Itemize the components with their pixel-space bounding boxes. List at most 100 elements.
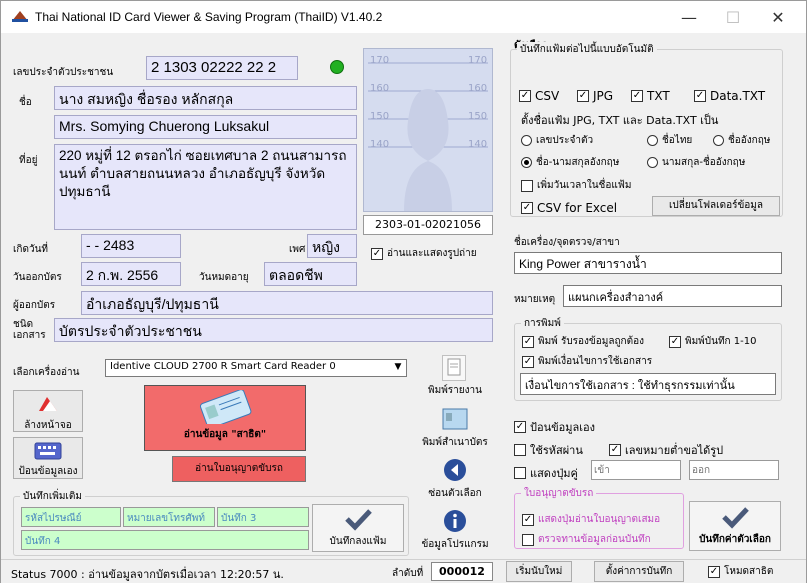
enter-input[interactable]: [591, 460, 681, 480]
datatxt-checkbox[interactable]: ✓ Data.TXT: [694, 89, 765, 103]
note3-field[interactable]: บันทึก 3: [217, 507, 309, 527]
note-label: หมายเหตุ: [514, 294, 556, 305]
sex-field: หญิง: [307, 234, 357, 258]
add-time-label: เพิ่มวันเวลาในชื่อแฟ้ม: [537, 180, 632, 191]
id-card-icon: [199, 389, 252, 429]
license-verify-label: ตรวจทานข้อมูลก่อนบันทึก: [538, 534, 651, 545]
new-count-button[interactable]: เริ่มนับใหม่: [506, 561, 572, 582]
print-certify-checkbox[interactable]: ✓ พิมพ์ รับรองข้อมูลถูกต้อง: [522, 334, 644, 349]
title-bar: Thai National ID Card Viewer & Saving Pr…: [1, 1, 806, 33]
maximize-button[interactable]: ☐: [713, 7, 753, 29]
machine-label: ชื่อเครื่อง/จุดตรวจ/สาขา: [514, 237, 620, 248]
manual-entry-checkbox-label: ป้อนข้อมูลเอง: [530, 421, 595, 434]
print-condition-checkbox[interactable]: ✓ พิมพ์เงื่อนไขการใช้เอกสาร: [522, 354, 652, 369]
save-options-button[interactable]: บันทึกค่าตัวเลือก: [689, 501, 781, 551]
demo-mode-checkbox[interactable]: ✓ โหมดสาธิต: [708, 564, 773, 579]
csv-excel-check-icon: ✓: [521, 202, 533, 214]
reader-label: เลือกเครื่องอ่าน: [13, 367, 80, 378]
about-button[interactable]: ข้อมูลโปรแกรม: [419, 508, 491, 554]
reader-select[interactable]: Identive CLOUD 2700 R Smart Card Reader …: [105, 359, 407, 377]
reader-select-value: Identive CLOUD 2700 R Smart Card Reader …: [110, 361, 336, 372]
naming-id-radio[interactable]: เลขประจำตัว: [521, 133, 593, 148]
naming-thai-radio[interactable]: ชื่อไทย: [647, 133, 692, 148]
print-card-label: พิมพ์สำเนาบัตร: [422, 437, 488, 448]
csv-check-icon: ✓: [519, 90, 531, 102]
naming-surname-label: นามสกุล-ชื่ออังกฤษ: [662, 157, 746, 168]
minimize-button[interactable]: —: [669, 7, 709, 29]
scale-160-left: 160: [370, 83, 390, 94]
save-settings-button[interactable]: ตั้งค่าการบันทึก: [594, 561, 684, 582]
print-report-button[interactable]: พิมพ์รายงาน: [421, 383, 489, 398]
expire-field: ตลอดชีพ: [264, 262, 357, 286]
main-window: Thai National ID Card Viewer & Saving Pr…: [0, 0, 807, 583]
extra-notes-title: บันทึกเพิ่มเติม: [20, 489, 85, 504]
print-card-button[interactable]: พิมพ์สำเนาบัตร: [419, 406, 491, 456]
status-bar: Status 7000 : อ่านข้อมูลจากบัตรเมื่อเวลา…: [1, 559, 806, 583]
exit-input[interactable]: [689, 460, 779, 480]
condition-field[interactable]: เงื่อนไขการใช้เอกสาร : ใช้ทำธุรกรรมเท่าน…: [520, 373, 776, 395]
machine-field[interactable]: King Power สาขารางน้ำ: [514, 252, 782, 274]
manual-entry-button[interactable]: ป้อนข้อมูลเอง: [13, 437, 83, 479]
name-label: ชื่อ: [19, 97, 32, 108]
naming-fullname-label: ชื่อ-นามสกุลอังกฤษ: [536, 157, 620, 168]
scale-170-left: 170: [370, 55, 390, 66]
naming-fullname-radio[interactable]: ชื่อ-นามสกุลอังกฤษ: [521, 155, 619, 170]
clear-screen-button[interactable]: ล้างหน้าจอ: [13, 390, 83, 432]
sequence-label: ลำดับที่: [392, 568, 424, 579]
new-count-label: เริ่มนับใหม่: [515, 566, 563, 577]
read-card-button[interactable]: อ่านข้อมูล "สาธิต": [144, 385, 306, 451]
license-show-checkbox[interactable]: ✓ แสดงปุ่มอ่านใบอนุญาตเสมอ: [522, 512, 660, 527]
password-checkbox[interactable]: ใช้รหัสผ่าน: [514, 441, 583, 459]
show-photo-checkbox[interactable]: ✓ อ่านและแสดงรูปถ่าย: [371, 246, 477, 261]
print-notes-checkbox[interactable]: ✓ พิมพ์บันทึก 1-10: [669, 334, 756, 349]
txt-check-icon: ✓: [631, 90, 643, 102]
note4-field[interactable]: บันทึก 4: [21, 530, 309, 550]
hide-id-checkbox[interactable]: ✓ เลขหมายต่ำขอได้รูป: [609, 441, 723, 459]
manual-entry-checkbox[interactable]: ✓ ป้อนข้อมูลเอง: [514, 418, 595, 436]
add-time-checkbox[interactable]: เพิ่มวันเวลาในชื่อแฟ้ม: [521, 178, 631, 193]
sequence-field: 000012: [431, 562, 493, 581]
photo-height-scale: [368, 62, 488, 211]
csv-excel-checkbox[interactable]: ✓ CSV for Excel: [521, 201, 617, 215]
jpg-checkbox[interactable]: ✓ JPG: [577, 89, 613, 103]
naming-surname-radio[interactable]: นามสกุล-ชื่ออังกฤษ: [647, 155, 745, 170]
csv-checkbox[interactable]: ✓ CSV: [519, 89, 559, 103]
show-buttons-checkbox[interactable]: แสดงปุ่มคู่: [514, 464, 578, 482]
issuer-field: อำเภอธัญบุรี/ปทุมธานี: [81, 291, 493, 315]
id-field: 2 1303 02222 22 2: [146, 56, 298, 80]
doctype-label-line1: ชนิด: [13, 319, 34, 330]
license-verify-checkbox[interactable]: ตรวจทานข้อมูลก่อนบันทึก: [522, 532, 651, 547]
scale-160-right: 160: [468, 83, 488, 94]
eraser-icon: [39, 397, 57, 411]
txt-label: TXT: [647, 89, 670, 103]
show-photo-label: อ่านและแสดงรูปถ่าย: [387, 248, 477, 259]
address-label: ที่อยู่: [19, 155, 38, 166]
print-title: การพิมพ์: [521, 316, 564, 331]
read-license-button[interactable]: อ่านใบอนุญาตขับรถ: [172, 456, 306, 482]
print-notes-check-icon: ✓: [669, 335, 681, 348]
issue-field: 2 ก.พ. 2556: [81, 262, 181, 286]
phone-field[interactable]: หมายเลขโทรศัพท์: [123, 507, 215, 527]
naming-id-radio-dot: [521, 135, 532, 146]
show-photo-check-icon: ✓: [371, 247, 383, 260]
txt-checkbox[interactable]: ✓ TXT: [631, 89, 670, 103]
close-button[interactable]: ✕: [758, 7, 798, 29]
manual-entry-label: ป้อนข้อมูลเอง: [18, 466, 78, 477]
change-folder-button[interactable]: เปลี่ยนโฟลเดอร์ข้อมูล: [652, 196, 780, 216]
change-folder-label: เปลี่ยนโฟลเดอร์ข้อมูล: [668, 200, 764, 211]
birth-label: เกิดวันที่: [13, 244, 49, 255]
datatxt-check-icon: ✓: [694, 90, 706, 102]
save-options-label: บันทึกค่าตัวเลือก: [699, 534, 771, 545]
print-notes-label: พิมพ์บันทึก 1-10: [685, 336, 757, 347]
about-label: ข้อมูลโปรแกรม: [421, 539, 489, 550]
status-text: Status 7000 : อ่านข้อมูลจากบัตรเมื่อเวลา…: [11, 568, 284, 581]
naming-en-radio[interactable]: ชื่ออังกฤษ: [713, 133, 770, 148]
note-field[interactable]: แผนกเครื่องสำอางค์: [563, 285, 782, 307]
hide-options-button[interactable]: ซ่อนตัวเลือก: [419, 457, 491, 503]
print-condition-check-icon: ✓: [522, 355, 534, 368]
show-buttons-check-icon: [514, 467, 526, 479]
naming-title: ตั้งชื่อแฟ้ม JPG, TXT และ Data.TXT เป็น: [521, 114, 719, 127]
info-icon: [444, 510, 466, 532]
postal-code-field[interactable]: รหัสไปรษณีย์: [21, 507, 121, 527]
save-extra-button[interactable]: บันทึกลงแฟ้ม: [312, 504, 404, 552]
